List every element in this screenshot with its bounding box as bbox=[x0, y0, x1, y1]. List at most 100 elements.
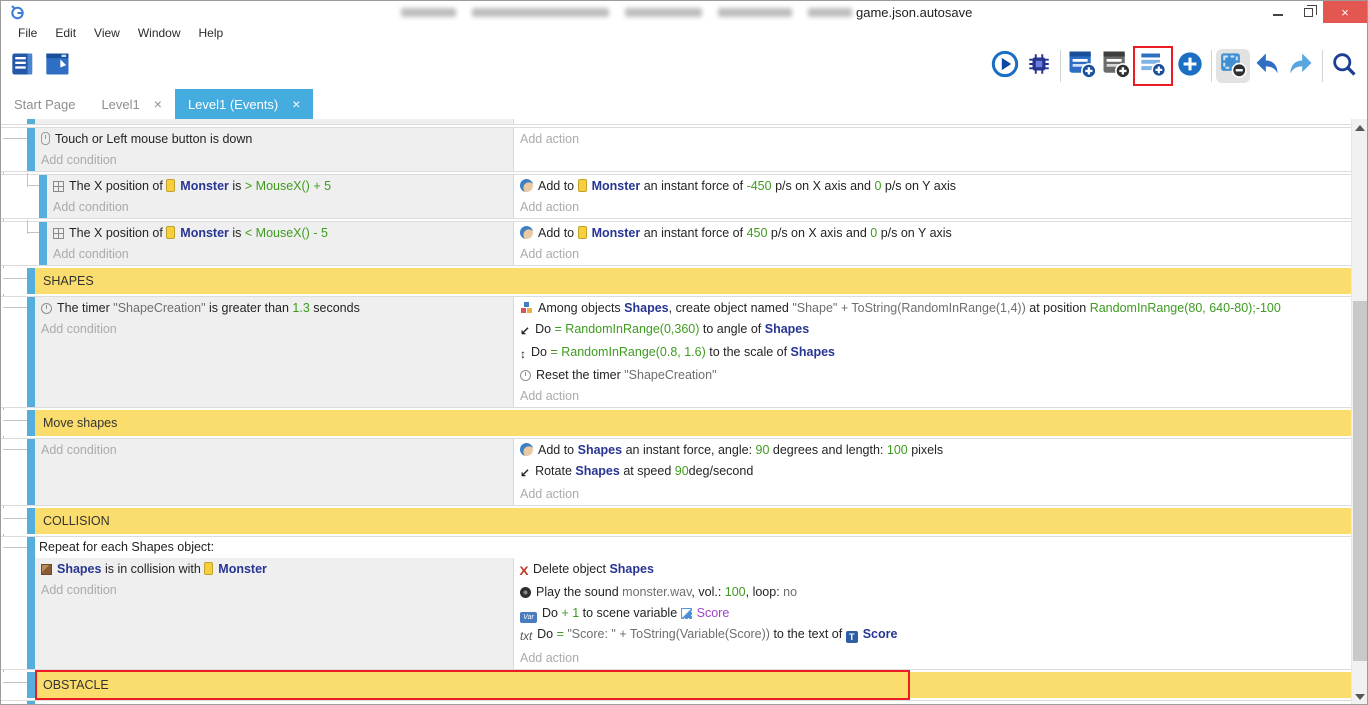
action-line[interactable]: Play the sound monster.wav, vol.: 100, l… bbox=[514, 582, 1351, 603]
action-line[interactable]: ↙Do = RandomInRange(0,360) to angle of S… bbox=[514, 319, 1351, 342]
actions-cell[interactable]: XDelete object ShapesPlay the sound mons… bbox=[514, 558, 1351, 669]
action-line[interactable]: Add to Monster an instant force of 450 p… bbox=[514, 223, 1351, 244]
comment-row-move-shapes[interactable]: Move shapes bbox=[1, 410, 1351, 436]
repeat-header[interactable]: Repeat for each Shapes object: bbox=[35, 537, 1351, 558]
text-segment: "ShapeCreation" bbox=[113, 301, 205, 315]
search-button[interactable] bbox=[1327, 49, 1361, 83]
condition-line[interactable]: Touch or Left mouse button is down bbox=[35, 129, 513, 150]
action-line[interactable]: Add to Shapes an instant force, angle: 9… bbox=[514, 440, 1351, 461]
remove-event-button[interactable] bbox=[1216, 49, 1250, 83]
condition-line[interactable]: The X position of Monster is < MouseX() … bbox=[47, 223, 513, 244]
redacted-title-blob bbox=[718, 8, 792, 17]
add-condition-link[interactable]: Add condition bbox=[35, 440, 513, 461]
event-selection-bar bbox=[27, 508, 35, 534]
action-line[interactable]: VarDo + 1 to scene variable Score bbox=[514, 603, 1351, 624]
scene-editor-button[interactable] bbox=[41, 49, 75, 83]
tab-close-icon[interactable]: × bbox=[154, 96, 162, 112]
text-segment: Shapes bbox=[57, 562, 101, 576]
action-line[interactable]: Among objects Shapes, create object name… bbox=[514, 298, 1351, 319]
conditions-cell[interactable]: Touch or Left mouse button is downAdd co… bbox=[35, 128, 514, 171]
text-segment: The timer bbox=[57, 301, 113, 315]
add-action-link[interactable]: Add action bbox=[514, 386, 1351, 407]
add-comment-button[interactable] bbox=[1136, 49, 1170, 83]
add-condition-link[interactable]: Add condition bbox=[47, 244, 513, 265]
add-action-link[interactable]: Add action bbox=[514, 129, 1351, 150]
close-button[interactable]: × bbox=[1323, 1, 1367, 23]
menu-item-edit[interactable]: Edit bbox=[46, 26, 85, 40]
text-segment: Add action bbox=[520, 487, 579, 501]
event-row[interactable]: The X position of Monster is > MouseX() … bbox=[1, 174, 1351, 219]
add-condition-link[interactable]: Add condition bbox=[35, 580, 513, 601]
text-segment: pixels bbox=[908, 443, 943, 457]
conditions-cell[interactable]: The X position of Monster is > MouseX() … bbox=[47, 175, 514, 218]
event-body: The X position of Monster is > MouseX() … bbox=[47, 175, 1351, 218]
scroll-up-icon[interactable] bbox=[1355, 125, 1365, 131]
text-segment: Shapes bbox=[609, 562, 653, 576]
actions-cell[interactable]: Add to Monster an instant force of -450 … bbox=[514, 175, 1351, 218]
text-segment: Add to bbox=[538, 179, 578, 193]
action-line[interactable]: ↙Rotate Shapes at speed 90deg/second bbox=[514, 461, 1351, 484]
conditions-cell[interactable]: The timer "ShapeCreation" is greater tha… bbox=[35, 297, 514, 407]
event-row[interactable]: The X position of Monster is < MouseX() … bbox=[1, 221, 1351, 266]
condition-line[interactable]: Shapes is in collision with Monster bbox=[35, 559, 513, 580]
comment-row-collision[interactable]: COLLISION bbox=[1, 508, 1351, 534]
tab-level1[interactable]: Level1× bbox=[88, 89, 175, 119]
menu-item-file[interactable]: File bbox=[9, 26, 46, 40]
add-condition-link[interactable]: Add condition bbox=[47, 197, 513, 218]
debug-icon bbox=[1026, 51, 1052, 82]
vertical-scrollbar[interactable] bbox=[1351, 119, 1367, 705]
conditions-cell[interactable]: The X position of Monster is < MouseX() … bbox=[47, 222, 514, 265]
redo-button[interactable] bbox=[1284, 49, 1318, 83]
undo-button[interactable] bbox=[1250, 49, 1284, 83]
event-row[interactable]: Add conditionAdd to Shapes an instant fo… bbox=[1, 438, 1351, 506]
tree-stub-line bbox=[3, 547, 27, 548]
actions-cell[interactable]: Among objects Shapes, create object name… bbox=[514, 297, 1351, 407]
redo-icon bbox=[1287, 50, 1315, 83]
tab-level1-events-[interactable]: Level1 (Events)× bbox=[175, 89, 314, 119]
text-segment: Add action bbox=[520, 200, 579, 214]
add-action-link[interactable]: Add action bbox=[514, 484, 1351, 505]
condition-line[interactable]: The timer "ShapeCreation" is greater tha… bbox=[35, 298, 513, 319]
action-line[interactable]: Reset the timer "ShapeCreation" bbox=[514, 365, 1351, 386]
action-line[interactable]: txtDo = "Score: " + ToString(Variable(Sc… bbox=[514, 624, 1351, 648]
menu-item-help[interactable]: Help bbox=[190, 26, 233, 40]
event-row[interactable]: The timer "ShapeCreation" is greater tha… bbox=[1, 296, 1351, 408]
action-line[interactable]: ↕Do = RandomInRange(0.8, 1.6) to the sca… bbox=[514, 342, 1351, 365]
mouse-icon bbox=[41, 132, 50, 145]
menu-item-view[interactable]: View bbox=[85, 26, 129, 40]
scroll-down-icon[interactable] bbox=[1355, 694, 1365, 700]
restore-button[interactable] bbox=[1293, 1, 1323, 23]
add-action-link[interactable]: Add action bbox=[514, 648, 1351, 669]
menu-item-window[interactable]: Window bbox=[129, 26, 190, 40]
add-subevent-button[interactable] bbox=[1099, 49, 1133, 83]
play-button[interactable] bbox=[988, 49, 1022, 83]
actions-cell[interactable]: Add action bbox=[514, 128, 1351, 171]
events-list: Touch or Left mouse button is downAdd co… bbox=[1, 119, 1351, 705]
add-action-link[interactable]: Add action bbox=[514, 197, 1351, 218]
conditions-cell[interactable]: Add condition bbox=[35, 439, 514, 505]
actions-cell[interactable]: Add to Shapes an instant force, angle: 9… bbox=[514, 439, 1351, 505]
minimize-button[interactable] bbox=[1263, 1, 1293, 23]
conditions-cell[interactable]: Shapes is in collision with MonsterAdd c… bbox=[35, 558, 514, 669]
event-row[interactable]: Repeat for each Shapes object:Shapes is … bbox=[1, 536, 1351, 670]
toolbar-separator bbox=[1322, 50, 1323, 82]
add-action-link[interactable]: Add action bbox=[514, 244, 1351, 265]
add-circle-button[interactable] bbox=[1173, 49, 1207, 83]
comment-row-shapes[interactable]: SHAPES bbox=[1, 268, 1351, 294]
action-line[interactable]: XDelete object Shapes bbox=[514, 559, 1351, 582]
event-row[interactable]: Touch or Left mouse button is downAdd co… bbox=[1, 127, 1351, 172]
add-condition-link[interactable]: Add condition bbox=[35, 319, 513, 340]
tab-close-icon[interactable]: × bbox=[292, 96, 300, 112]
open-project-button[interactable] bbox=[7, 49, 41, 83]
tree-stub-line bbox=[3, 307, 27, 308]
add-subevent-icon bbox=[1101, 49, 1131, 84]
scrollbar-thumb[interactable] bbox=[1353, 301, 1367, 661]
add-condition-link[interactable]: Add condition bbox=[35, 150, 513, 171]
condition-line[interactable]: The X position of Monster is > MouseX() … bbox=[47, 176, 513, 197]
comment-row-obstacle[interactable]: OBSTACLE bbox=[1, 672, 1351, 698]
debug-button[interactable] bbox=[1022, 49, 1056, 83]
add-event-button[interactable] bbox=[1065, 49, 1099, 83]
tab-start-page[interactable]: Start Page bbox=[1, 89, 88, 119]
actions-cell[interactable]: Add to Monster an instant force of 450 p… bbox=[514, 222, 1351, 265]
action-line[interactable]: Add to Monster an instant force of -450 … bbox=[514, 176, 1351, 197]
